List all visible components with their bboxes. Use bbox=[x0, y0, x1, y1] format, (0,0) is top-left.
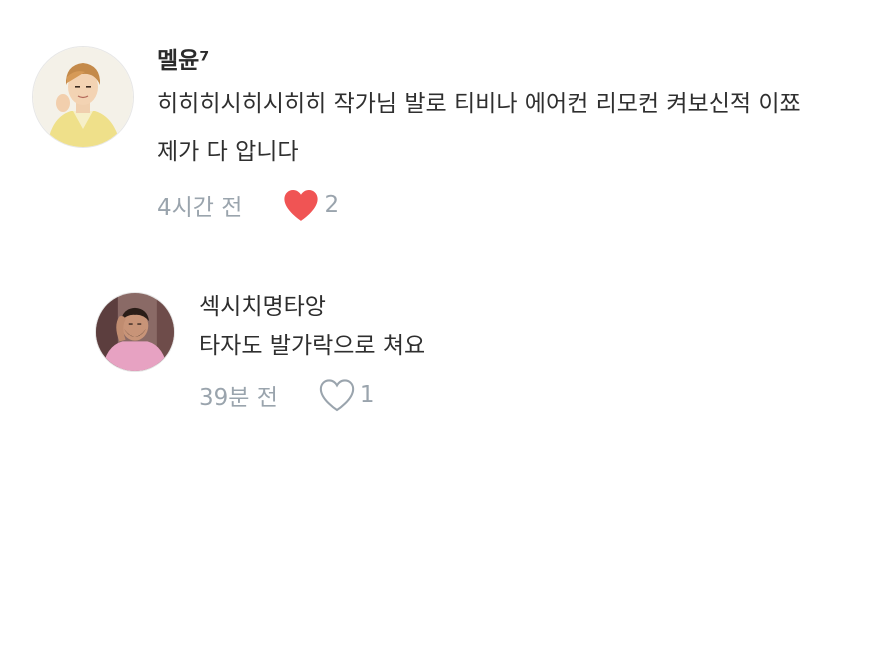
comment-text-line: 제가 다 압니다 bbox=[157, 139, 299, 165]
heart-filled-icon bbox=[284, 189, 319, 221]
avatar-image bbox=[96, 293, 174, 371]
comment-author[interactable]: 멜윤⁷ bbox=[157, 46, 801, 76]
comment-author[interactable]: 섹시치명타앙 bbox=[199, 292, 425, 322]
avatar[interactable] bbox=[95, 292, 175, 372]
like-count: 2 bbox=[324, 192, 340, 218]
comment-text-line: 타자도 발가락으로 쳐요 bbox=[199, 333, 426, 359]
comment-meta: 4시간 전 2 bbox=[157, 186, 801, 224]
comment-body: 멜윤⁷ 히히히시히시히히 작가님 발로 티비나 에어컨 리모컨 켜보신적 이쬬 … bbox=[157, 46, 801, 224]
comment-meta: 39분 전 1 bbox=[199, 376, 425, 414]
like-button[interactable]: 1 bbox=[318, 377, 375, 413]
avatar[interactable] bbox=[32, 46, 134, 148]
comment-body: 섹시치명타앙 타자도 발가락으로 쳐요 39분 전 1 bbox=[199, 292, 425, 414]
comment-timestamp: 4시간 전 bbox=[157, 195, 243, 221]
like-button[interactable]: 2 bbox=[282, 187, 339, 223]
comment-timestamp: 39분 전 bbox=[199, 385, 278, 411]
like-count: 1 bbox=[359, 382, 375, 408]
avatar-image bbox=[33, 47, 133, 147]
heart-outline-icon bbox=[319, 379, 355, 412]
comment-text-line: 히히히시히시히히 작가님 발로 티비나 에어컨 리모컨 켜보신적 이쬬 bbox=[157, 91, 801, 117]
